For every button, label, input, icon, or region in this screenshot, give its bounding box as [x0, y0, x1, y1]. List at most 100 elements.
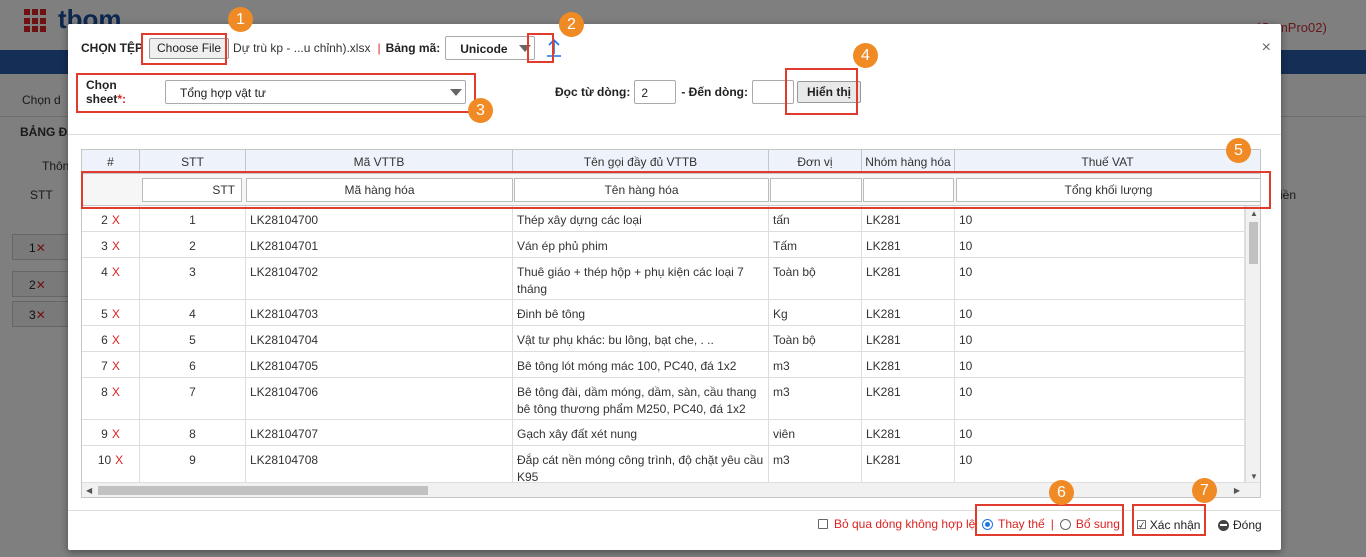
table-cell: LK28104705: [246, 352, 513, 377]
table-cell: LK28104707: [246, 420, 513, 445]
row-index: 2: [101, 213, 108, 227]
highlight-box: [76, 73, 476, 113]
table-cell: m3: [769, 352, 862, 377]
row-index: 9: [101, 427, 108, 441]
highlight-box: [141, 33, 227, 65]
table-cell: Đinh bê tông: [513, 300, 769, 325]
table-cell: LK28104700: [246, 206, 513, 231]
table-cell: 9: [140, 446, 246, 484]
table-row: 5 X 4 LK28104703 Đinh bê tông Kg LK281 10: [82, 300, 1245, 326]
checkbox[interactable]: [818, 519, 828, 529]
encoding-select[interactable]: Unicode: [445, 36, 536, 60]
table-cell: 9X: [82, 420, 140, 445]
close-icon[interactable]: ×: [1262, 39, 1271, 57]
scroll-thumb[interactable]: [98, 486, 428, 495]
table-cell: LK28104703: [246, 300, 513, 325]
table-cell: 10: [955, 420, 1245, 445]
row-index: 10: [97, 453, 112, 467]
annotation-badge: 4: [853, 43, 878, 68]
table-cell: LK28104704: [246, 326, 513, 351]
highlight-box: [975, 504, 1124, 536]
table-cell: 7X: [82, 352, 140, 377]
table-cell: LK281: [862, 326, 955, 351]
delete-row-icon[interactable]: X: [112, 239, 120, 253]
annotation-badge: 7: [1192, 478, 1217, 503]
highlight-box: [1132, 504, 1206, 536]
table-cell: 6X: [82, 326, 140, 351]
close-button[interactable]: Đóng: [1218, 514, 1262, 536]
table-cell: 7: [140, 378, 246, 419]
table-cell: Toàn bộ: [769, 258, 862, 299]
vertical-scrollbar[interactable]: ▲ ▼: [1245, 206, 1260, 484]
annotation-badge: 6: [1049, 480, 1074, 505]
table-cell: 3: [140, 258, 246, 299]
table-cell: 8X: [82, 378, 140, 419]
table-cell: Thép xây dựng các loại: [513, 206, 769, 231]
delete-row-icon[interactable]: X: [112, 307, 120, 321]
table-row: 2 X 1 LK28104700 Thép xây dựng các loại tấn LK…: [82, 206, 1245, 232]
table-row: 4 X 3 LK28104702 Thuê giáo + thép hộp + phụ …: [82, 258, 1245, 300]
row-index: 6: [101, 333, 108, 347]
delete-row-icon[interactable]: X: [112, 427, 120, 441]
highlight-box: [785, 68, 858, 115]
row-index: 3: [101, 239, 108, 253]
annotation-badge: 5: [1226, 138, 1251, 163]
table-cell: tấn: [769, 206, 862, 231]
delete-row-icon[interactable]: X: [115, 453, 123, 467]
highlight-box: [81, 171, 1271, 209]
table-cell: m3: [769, 446, 862, 484]
from-row-label: Đọc từ dòng:: [555, 85, 631, 99]
annotation-badge: 3: [468, 98, 493, 123]
file-name: Dự trù kp - ...u chỉnh).xlsx: [233, 41, 371, 55]
horizontal-scrollbar[interactable]: ◀ ▶: [82, 482, 1260, 497]
skip-invalid-option[interactable]: Bỏ qua dòng không hợp lệ: [818, 517, 975, 531]
table-cell: 8: [140, 420, 246, 445]
grid-body: 2 X 1 LK28104700 Thép xây dựng các loại tấn LK…: [82, 206, 1245, 484]
table-cell: Bê tông đài, dầm móng, dầm, sàn, cầu tha…: [513, 378, 769, 419]
choose-file-label: CHỌN TỆP: [81, 41, 144, 55]
table-cell: 10: [955, 258, 1245, 299]
highlight-box: [527, 33, 554, 63]
table-row: 9 X 8 LK28104707 Gạch xây đất xét nung viên LK…: [82, 420, 1245, 446]
table-cell: 10 X: [82, 446, 140, 484]
table-cell: Ván ép phủ phim: [513, 232, 769, 257]
table-row: 10 X 9 LK28104708 Đắp cát nền móng công trìn…: [82, 446, 1245, 484]
to-row-label: - Đến dòng:: [681, 85, 748, 99]
scroll-thumb[interactable]: [1249, 222, 1258, 264]
row-index: 4: [101, 265, 108, 279]
table-row: 7 X 6 LK28104705 Bê tông lót móng mác 100, P…: [82, 352, 1245, 378]
delete-row-icon[interactable]: X: [112, 333, 120, 347]
delete-row-icon[interactable]: X: [112, 385, 120, 399]
table-cell: Bê tông lót móng mác 100, PC40, đá 1x2: [513, 352, 769, 377]
close-label: Đóng: [1233, 518, 1262, 532]
table-cell: LK281: [862, 446, 955, 484]
divider: [68, 134, 1281, 135]
table-cell: 10: [955, 300, 1245, 325]
table-cell: 10: [955, 378, 1245, 419]
table-cell: m3: [769, 378, 862, 419]
table-cell: 4X: [82, 258, 140, 299]
table-cell: LK28104702: [246, 258, 513, 299]
table-cell: LK28104701: [246, 232, 513, 257]
table-cell: 3X: [82, 232, 140, 257]
from-row-input[interactable]: 2: [634, 80, 677, 104]
table-row: 3 X 2 LK28104701 Ván ép phủ phim Tấm LK281 10: [82, 232, 1245, 258]
table-cell: Toàn bộ: [769, 326, 862, 351]
table-cell: 5: [140, 326, 246, 351]
table-cell: Đắp cát nền móng công trình, độ chặt yêu…: [513, 446, 769, 484]
table-row: 6 X 5 LK28104704 Vật tư phụ khác: bu lông, b…: [82, 326, 1245, 352]
table-cell: 5X: [82, 300, 140, 325]
table-cell: Tấm: [769, 232, 862, 257]
table-cell: LK28104708: [246, 446, 513, 484]
encoding-label: Bảng mã:: [385, 41, 441, 55]
delete-row-icon[interactable]: X: [112, 265, 120, 279]
table-cell: 10: [955, 232, 1245, 257]
table-cell: 6: [140, 352, 246, 377]
table-cell: 4: [140, 300, 246, 325]
table-cell: 2: [140, 232, 246, 257]
table-cell: Gạch xây đất xét nung: [513, 420, 769, 445]
table-cell: 2X: [82, 206, 140, 231]
delete-row-icon[interactable]: X: [112, 213, 120, 227]
delete-row-icon[interactable]: X: [112, 359, 120, 373]
table-cell: viên: [769, 420, 862, 445]
